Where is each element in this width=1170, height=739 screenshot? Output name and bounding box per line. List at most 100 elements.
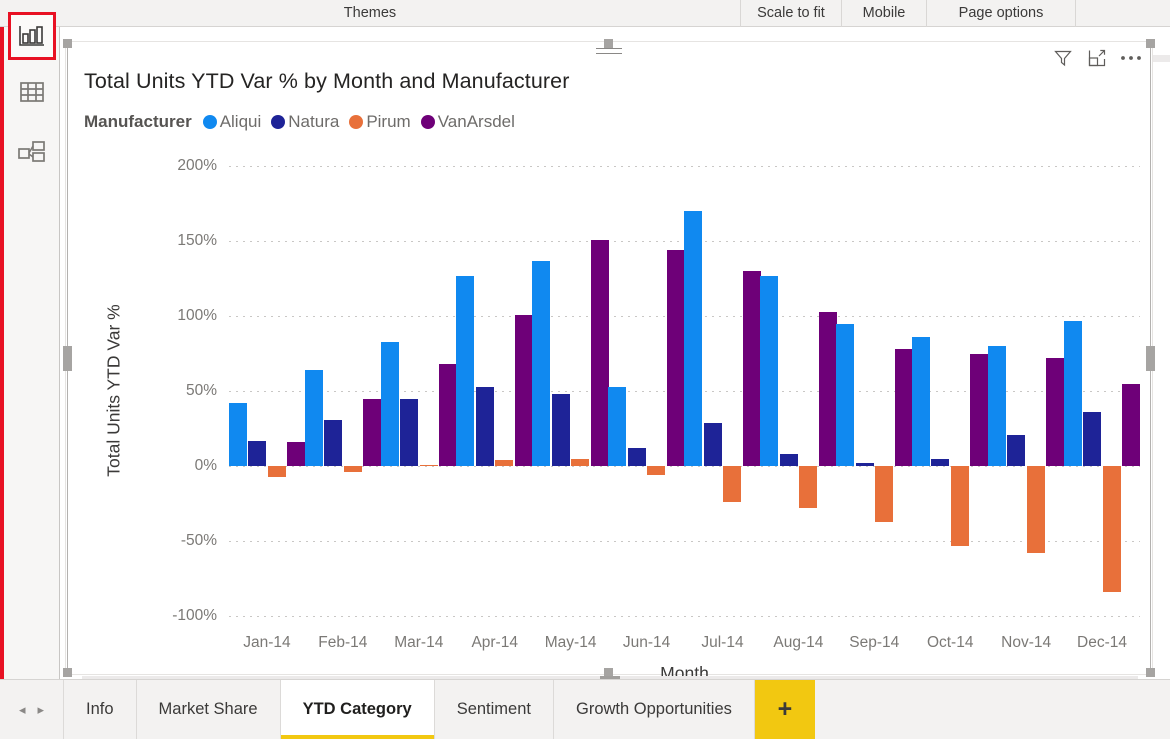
model-relationships-view-icon bbox=[18, 140, 46, 164]
tab-growth-opportunities[interactable]: Growth Opportunities bbox=[554, 680, 755, 739]
gridline bbox=[229, 541, 1140, 542]
bar-pirum-sep-14[interactable] bbox=[875, 466, 893, 522]
gridline bbox=[229, 616, 1140, 617]
ribbon-toolbar: Themes Scale to fit Mobile Page options bbox=[0, 0, 1170, 27]
bar-pirum-nov-14[interactable] bbox=[1027, 466, 1045, 553]
bar-aliqui-mar-14[interactable] bbox=[381, 342, 399, 467]
ribbon-group-page-options[interactable]: Page options bbox=[927, 0, 1075, 27]
ribbon-group-themes-label: Themes bbox=[344, 5, 396, 21]
bar-vanarsdel-dec-14[interactable] bbox=[1122, 384, 1140, 467]
bar-vanarsdel-feb-14[interactable] bbox=[363, 399, 381, 467]
ribbon-group-themes[interactable]: Themes bbox=[0, 0, 740, 27]
bar-vanarsdel-mar-14[interactable] bbox=[439, 364, 457, 466]
ribbon-group-page-options-label: Page options bbox=[959, 5, 1044, 21]
bar-aliqui-jul-14[interactable] bbox=[684, 211, 702, 466]
x-axis-tick-label: Jul-14 bbox=[685, 634, 761, 652]
ribbon-group-mobile[interactable]: Mobile bbox=[842, 0, 926, 27]
bar-vanarsdel-apr-14[interactable] bbox=[515, 315, 533, 467]
x-axis-tick-label: Mar-14 bbox=[381, 634, 457, 652]
report-canvas: Total Units YTD Var % by Month and Manuf… bbox=[60, 27, 1170, 679]
bar-aliqui-aug-14[interactable] bbox=[760, 276, 778, 467]
bar-pirum-jul-14[interactable] bbox=[723, 466, 741, 502]
bar-natura-feb-14[interactable] bbox=[324, 420, 342, 467]
bar-vanarsdel-jul-14[interactable] bbox=[743, 271, 761, 466]
bar-natura-jun-14[interactable] bbox=[628, 448, 646, 466]
tab-ytd-category-label: YTD Category bbox=[303, 700, 412, 719]
add-page-button[interactable]: + bbox=[755, 680, 815, 739]
bar-natura-oct-14[interactable] bbox=[931, 459, 949, 467]
bar-vanarsdel-jan-14[interactable] bbox=[287, 442, 305, 466]
bar-aliqui-sep-14[interactable] bbox=[836, 324, 854, 467]
y-axis-title: Total Units YTD Var % bbox=[104, 281, 125, 501]
bar-vanarsdel-nov-14[interactable] bbox=[1046, 358, 1064, 466]
bar-pirum-oct-14[interactable] bbox=[951, 466, 969, 546]
bar-vanarsdel-sep-14[interactable] bbox=[895, 349, 913, 466]
tab-info[interactable]: Info bbox=[64, 680, 137, 739]
gridline bbox=[229, 166, 1140, 167]
sidebar-item-model-view[interactable] bbox=[8, 128, 56, 176]
next-page-arrow-icon[interactable]: ▸ bbox=[38, 702, 45, 718]
ribbon-divider bbox=[1075, 0, 1076, 27]
data-table-view-icon bbox=[19, 80, 45, 104]
sidebar-item-data-view[interactable] bbox=[8, 68, 56, 116]
tab-sentiment[interactable]: Sentiment bbox=[435, 680, 554, 739]
bar-aliqui-oct-14[interactable] bbox=[912, 337, 930, 466]
bar-pirum-may-14[interactable] bbox=[571, 459, 589, 467]
bar-natura-nov-14[interactable] bbox=[1007, 435, 1025, 467]
bar-aliqui-jun-14[interactable] bbox=[608, 387, 626, 467]
x-axis-tick-label: Feb-14 bbox=[305, 634, 381, 652]
bar-natura-sep-14[interactable] bbox=[856, 463, 874, 466]
ribbon-group-mobile-label: Mobile bbox=[863, 5, 906, 21]
bar-pirum-dec-14[interactable] bbox=[1103, 466, 1121, 592]
ribbon-group-scale-to-fit[interactable]: Scale to fit bbox=[741, 0, 841, 27]
bar-natura-dec-14[interactable] bbox=[1083, 412, 1101, 466]
y-axis-tick-label: 200% bbox=[131, 157, 217, 175]
x-axis-tick-label: Apr-14 bbox=[457, 634, 533, 652]
bar-vanarsdel-aug-14[interactable] bbox=[819, 312, 837, 467]
bar-pirum-aug-14[interactable] bbox=[799, 466, 817, 508]
gridline bbox=[229, 466, 1140, 467]
y-axis-tick-label: -100% bbox=[131, 607, 217, 625]
y-axis-tick-label: 150% bbox=[131, 232, 217, 250]
x-axis-tick-label: Aug-14 bbox=[760, 634, 836, 652]
x-axis-tick-label: Nov-14 bbox=[988, 634, 1064, 652]
bar-vanarsdel-jun-14[interactable] bbox=[667, 250, 685, 466]
bar-aliqui-nov-14[interactable] bbox=[988, 346, 1006, 466]
x-axis-tick-label: Oct-14 bbox=[912, 634, 988, 652]
chart-visual-container[interactable]: Total Units YTD Var % by Month and Manuf… bbox=[65, 41, 1153, 675]
previous-page-arrow-icon[interactable]: ◂ bbox=[19, 702, 26, 718]
bar-natura-aug-14[interactable] bbox=[780, 454, 798, 466]
bar-natura-jul-14[interactable] bbox=[704, 423, 722, 467]
bar-natura-apr-14[interactable] bbox=[476, 387, 494, 467]
tab-info-label: Info bbox=[86, 700, 114, 719]
bar-pirum-feb-14[interactable] bbox=[344, 466, 362, 472]
tab-market-share-label: Market Share bbox=[159, 700, 258, 719]
bar-natura-may-14[interactable] bbox=[552, 394, 570, 466]
bar-pirum-jan-14[interactable] bbox=[268, 466, 286, 477]
bar-aliqui-dec-14[interactable] bbox=[1064, 321, 1082, 467]
bar-pirum-apr-14[interactable] bbox=[495, 460, 513, 466]
tab-ytd-category[interactable]: YTD Category bbox=[281, 680, 435, 739]
page-tab-bar: ◂ ▸ Info Market Share YTD Category Senti… bbox=[0, 679, 1170, 739]
tab-market-share[interactable]: Market Share bbox=[137, 680, 281, 739]
bar-aliqui-feb-14[interactable] bbox=[305, 370, 323, 466]
y-axis-tick-label: -50% bbox=[131, 532, 217, 550]
x-axis-tick-label: Dec-14 bbox=[1064, 634, 1140, 652]
chart-plot-area[interactable]: 200%150%100%50%0%-50%-100%Total Units YT… bbox=[66, 42, 1154, 676]
sidebar-item-report-view[interactable] bbox=[8, 12, 56, 60]
power-bi-desktop-window: Themes Scale to fit Mobile Page options bbox=[0, 0, 1170, 739]
bar-natura-jan-14[interactable] bbox=[248, 441, 266, 467]
bar-pirum-jun-14[interactable] bbox=[647, 466, 665, 475]
bar-vanarsdel-oct-14[interactable] bbox=[970, 354, 988, 467]
bar-vanarsdel-may-14[interactable] bbox=[591, 240, 609, 467]
x-axis-tick-label: Sep-14 bbox=[836, 634, 912, 652]
page-tab-nav-arrows: ◂ ▸ bbox=[0, 680, 64, 739]
bar-pirum-mar-14[interactable] bbox=[420, 465, 438, 467]
report-view-icon bbox=[18, 24, 46, 48]
y-axis-tick-label: 50% bbox=[131, 382, 217, 400]
bar-aliqui-jan-14[interactable] bbox=[229, 403, 247, 466]
bar-natura-mar-14[interactable] bbox=[400, 399, 418, 467]
bar-aliqui-may-14[interactable] bbox=[532, 261, 550, 467]
tab-growth-opportunities-label: Growth Opportunities bbox=[576, 700, 732, 719]
bar-aliqui-apr-14[interactable] bbox=[456, 276, 474, 467]
